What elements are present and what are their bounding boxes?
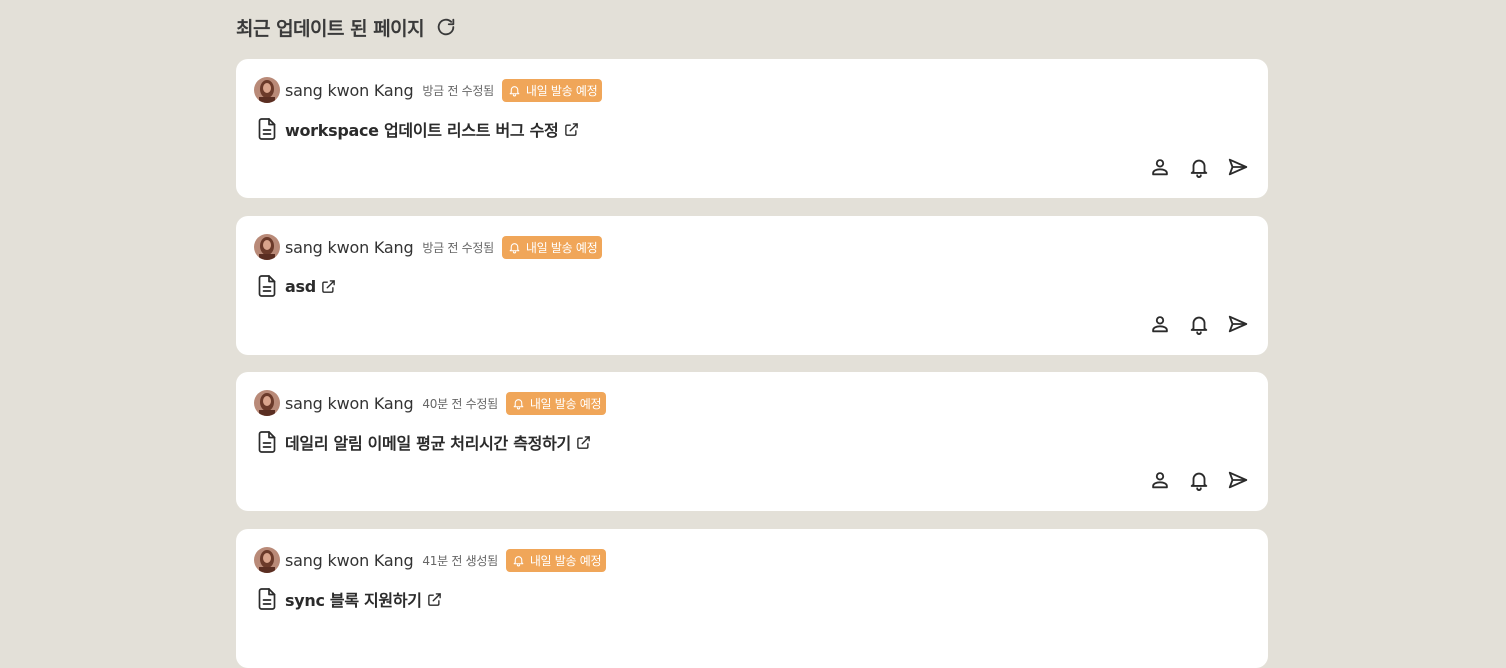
refresh-icon[interactable] xyxy=(434,15,458,39)
send-icon[interactable] xyxy=(1226,155,1250,179)
schedule-badge: 내일 발송 예정 xyxy=(501,78,603,102)
external-link-icon[interactable] xyxy=(427,591,443,607)
page-title-link[interactable]: sync 블록 지원하기 xyxy=(285,587,422,611)
card-meta: sang kwon Kang 방금 전 수정됨 내일 발송 예정 xyxy=(254,77,603,103)
avatar xyxy=(254,547,280,573)
avatar xyxy=(254,77,280,103)
card-title-row: sync 블록 지원하기 xyxy=(254,586,443,612)
updated-time: 방금 전 수정됨 xyxy=(422,83,494,98)
document-icon xyxy=(254,273,280,299)
bell-icon xyxy=(509,85,520,96)
author-name[interactable]: sang kwon Kang xyxy=(285,394,414,413)
schedule-badge: 내일 발송 예정 xyxy=(505,548,607,572)
page-card[interactable]: sang kwon Kang 방금 전 수정됨 내일 발송 예정 asd xyxy=(236,216,1268,355)
schedule-badge: 내일 발송 예정 xyxy=(505,391,607,415)
bell-icon xyxy=(509,242,520,253)
card-actions xyxy=(1133,155,1250,179)
avatar xyxy=(254,390,280,416)
page-title-link[interactable]: workspace 업데이트 리스트 버그 수정 xyxy=(285,117,559,141)
person-icon[interactable] xyxy=(1148,312,1172,336)
card-actions xyxy=(1133,468,1250,492)
card-title-row: workspace 업데이트 리스트 버그 수정 xyxy=(254,116,579,142)
person-icon[interactable] xyxy=(1148,468,1172,492)
updated-time: 40분 전 수정됨 xyxy=(422,396,498,411)
person-icon[interactable] xyxy=(1148,155,1172,179)
page-title-link[interactable]: 데일리 알림 이메일 평균 처리시간 측정하기 xyxy=(285,430,571,454)
updated-time: 방금 전 수정됨 xyxy=(422,240,494,255)
bell-icon xyxy=(513,398,524,409)
card-actions xyxy=(1133,312,1250,336)
bell-icon xyxy=(513,555,524,566)
recent-pages-section: 최근 업데이트 된 페이지 sang kwon Kang 방금 전 수정됨 내일… xyxy=(236,0,1268,668)
card-meta: sang kwon Kang 40분 전 수정됨 내일 발송 예정 xyxy=(254,390,607,416)
badge-label: 내일 발송 예정 xyxy=(525,240,598,255)
document-icon xyxy=(254,429,280,455)
external-link-icon[interactable] xyxy=(576,434,592,450)
avatar xyxy=(254,234,280,260)
document-icon xyxy=(254,116,280,142)
send-icon[interactable] xyxy=(1226,468,1250,492)
updated-time: 41분 전 생성됨 xyxy=(422,553,498,568)
page-title-link[interactable]: asd xyxy=(285,277,316,296)
external-link-icon[interactable] xyxy=(321,278,337,294)
card-meta: sang kwon Kang 41분 전 생성됨 내일 발송 예정 xyxy=(254,547,607,573)
section-title: 최근 업데이트 된 페이지 xyxy=(236,17,425,40)
section-header: 최근 업데이트 된 페이지 xyxy=(236,0,1268,54)
page-card[interactable]: sang kwon Kang 40분 전 수정됨 내일 발송 예정 데일리 알림… xyxy=(236,372,1268,511)
schedule-badge: 내일 발송 예정 xyxy=(501,235,603,259)
document-icon xyxy=(254,586,280,612)
bell-icon[interactable] xyxy=(1187,468,1211,492)
author-name[interactable]: sang kwon Kang xyxy=(285,551,414,570)
bell-icon[interactable] xyxy=(1187,312,1211,336)
badge-label: 내일 발송 예정 xyxy=(525,83,598,98)
external-link-icon[interactable] xyxy=(563,121,579,137)
card-title-row: asd xyxy=(254,273,337,299)
card-meta: sang kwon Kang 방금 전 수정됨 내일 발송 예정 xyxy=(254,234,603,260)
bell-icon[interactable] xyxy=(1187,155,1211,179)
card-title-row: 데일리 알림 이메일 평균 처리시간 측정하기 xyxy=(254,429,592,455)
author-name[interactable]: sang kwon Kang xyxy=(285,238,414,257)
send-icon[interactable] xyxy=(1226,312,1250,336)
page-card[interactable]: sang kwon Kang 방금 전 수정됨 내일 발송 예정 workspa… xyxy=(236,59,1268,198)
badge-label: 내일 발송 예정 xyxy=(529,553,602,568)
page-card[interactable]: sang kwon Kang 41분 전 생성됨 내일 발송 예정 sync 블… xyxy=(236,529,1268,668)
author-name[interactable]: sang kwon Kang xyxy=(285,81,414,100)
badge-label: 내일 발송 예정 xyxy=(529,396,602,411)
